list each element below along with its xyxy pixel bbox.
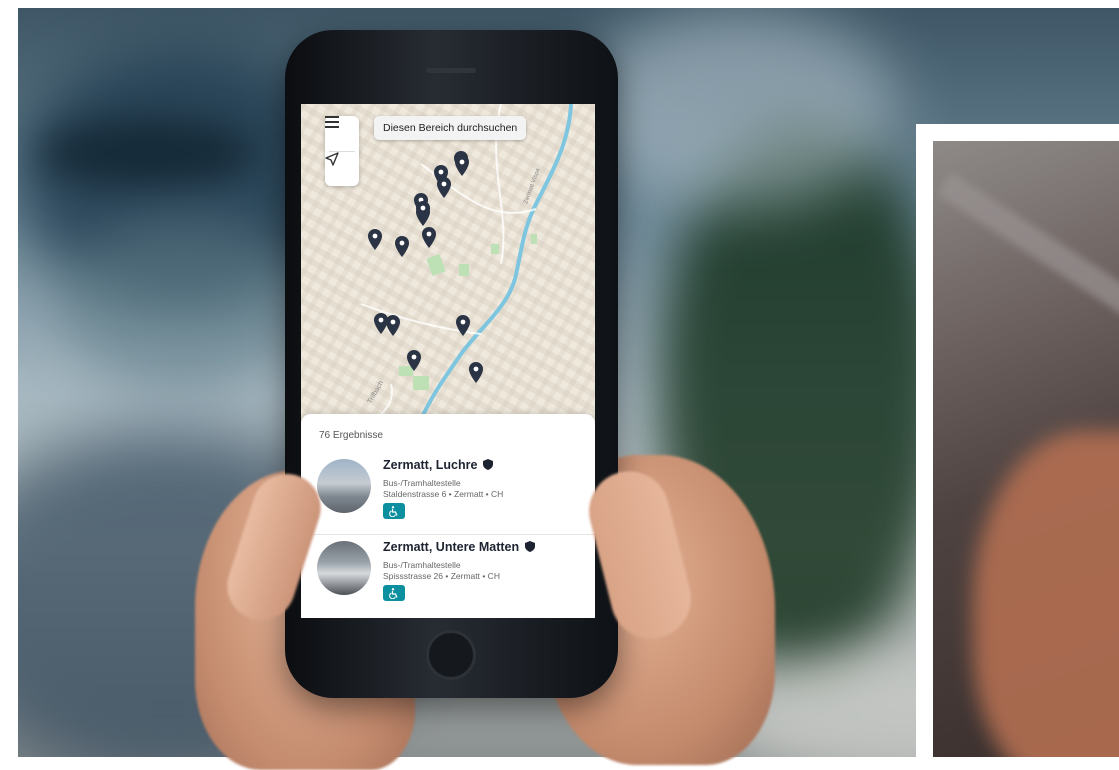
- result-title: Zermatt, Luchre: [383, 458, 494, 472]
- street-label-trifbach: Trifbach: [367, 380, 386, 405]
- navigation-arrow-icon[interactable]: [325, 152, 359, 186]
- map-pin-icon[interactable]: [386, 315, 400, 336]
- result-type: Bus-/Tramhaltestelle: [383, 560, 461, 570]
- front-camera: [395, 66, 404, 75]
- map-pin-dot: [399, 240, 405, 246]
- map-pin-dot: [438, 169, 444, 175]
- map-pin-dot: [378, 317, 384, 323]
- blurred-window: [38, 118, 258, 188]
- result-address: Spissstrasse 26 • Zermatt • CH: [383, 571, 500, 581]
- map-pin-dot: [441, 181, 447, 187]
- phone-screen: Trifbach Zermatt Vispa Diesen Bereich du…: [301, 104, 595, 618]
- stop-photo: [317, 541, 371, 595]
- map-pin-dot: [372, 233, 378, 239]
- map-controls: [325, 116, 359, 186]
- map-pin-dot: [460, 319, 466, 325]
- results-count: 76 Ergebnisse: [319, 430, 383, 441]
- home-button[interactable]: [426, 630, 476, 680]
- map-pin-dot: [390, 319, 396, 325]
- result-card[interactable]: Zermatt, Untere Matten Bus-/Tramhalteste…: [301, 536, 595, 616]
- inset-photo: [933, 141, 1119, 757]
- map-pin-icon[interactable]: [455, 155, 469, 176]
- shield-icon: [525, 541, 536, 552]
- map-pin-dot: [426, 231, 432, 237]
- map-pin-dot: [411, 354, 417, 360]
- hamburger-menu-icon[interactable]: [325, 116, 359, 150]
- map-pin-dot: [473, 366, 479, 372]
- result-title: Zermatt, Untere Matten: [383, 540, 536, 554]
- wheelchair-accessible-icon: [383, 585, 405, 601]
- earpiece-speaker: [426, 68, 476, 73]
- blurred-sky: [578, 8, 898, 208]
- map-pin-icon[interactable]: [437, 177, 451, 198]
- map-pin-icon[interactable]: [374, 313, 388, 334]
- results-sheet: 76 Ergebnisse Zermatt, Luchre Bus-/Tramh…: [301, 414, 595, 618]
- result-address: Staldenstrasse 6 • Zermatt • CH: [383, 489, 504, 499]
- stop-photo: [317, 459, 371, 513]
- wheelchair-accessible-icon: [383, 503, 405, 519]
- result-type: Bus-/Tramhaltestelle: [383, 478, 461, 488]
- search-this-area-button[interactable]: Diesen Bereich durchsuchen: [374, 116, 527, 140]
- map-view[interactable]: Trifbach Zermatt Vispa Diesen Bereich du…: [301, 104, 595, 424]
- inset-phone-edge: [936, 172, 1119, 336]
- map-pin-icon[interactable]: [469, 362, 483, 383]
- map-pin-dot: [420, 205, 426, 211]
- map-pin-dot: [459, 159, 465, 165]
- blurred-facade: [58, 218, 308, 388]
- map-pin-icon[interactable]: [416, 201, 430, 222]
- shield-icon: [483, 459, 494, 470]
- result-card[interactable]: Zermatt, Luchre Bus-/Tramhaltestelle Sta…: [301, 454, 595, 534]
- map-pin-icon[interactable]: [422, 227, 436, 248]
- inset-hand: [973, 431, 1119, 757]
- map-pin-icon[interactable]: [395, 236, 409, 257]
- map-pin-icon[interactable]: [368, 229, 382, 250]
- result-divider: [301, 534, 595, 535]
